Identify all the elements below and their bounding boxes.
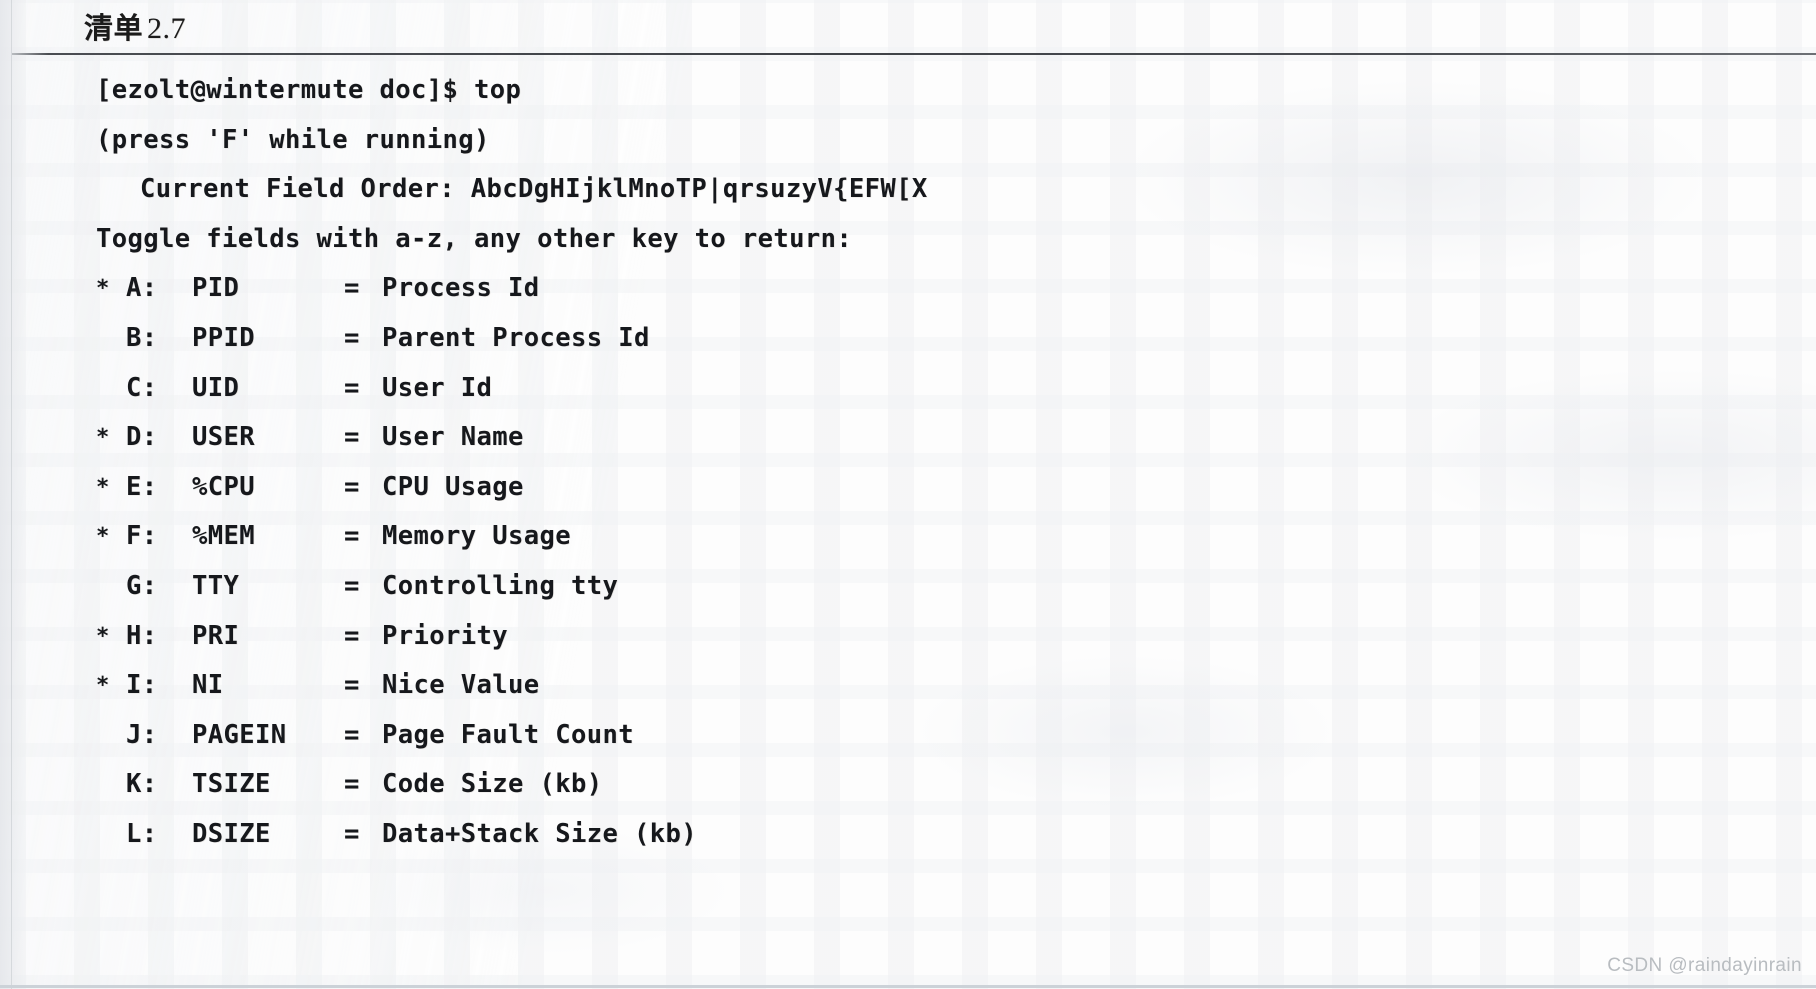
field-toggle-key: K: [126,769,158,800]
field-short-name: PID [192,273,240,304]
field-toggle-row[interactable]: L: DSIZE = Data+Stack Size (kb) [0,810,1816,860]
field-equals-sign: = [344,670,360,701]
field-description: Priority [382,620,509,651]
field-toggle-row[interactable]: * F: %MEM = Memory Usage [0,512,1816,562]
field-short-name: TTY [192,570,240,601]
listing-caption: 清单 2.7 [84,5,186,47]
field-toggle-key: E: [126,471,158,502]
field-equals-sign: = [344,273,360,304]
field-short-name: DSIZE [192,818,271,849]
field-toggle-key: A: [126,273,158,304]
terminal-hint-line: (press 'F' while running) [96,124,490,155]
field-description: Code Size (kb) [382,769,603,800]
field-equals-sign: = [344,372,360,403]
field-short-name: %MEM [192,521,256,552]
field-description: Process Id [382,273,540,304]
field-toggle-key: G: [126,570,158,601]
field-toggle-key: B: [126,322,158,353]
field-toggle-key: J: [126,719,158,750]
page-bottom-rule [0,985,1816,988]
csdn-watermark: CSDN @raindayinrain [1607,955,1802,976]
field-equals-sign: = [344,422,360,453]
field-toggle-key: F: [126,521,158,552]
field-enabled-star: * [96,276,110,302]
field-description: CPU Usage [382,471,524,502]
field-toggle-key: I: [126,670,158,701]
terminal-toggle-line: Toggle fields with a-z, any other key to… [96,223,853,254]
field-equals-sign: = [344,570,360,601]
field-description: Memory Usage [382,521,572,552]
caption-number: 2.7 [147,12,187,45]
field-enabled-star: * [96,524,110,550]
field-toggle-row[interactable]: * A: PID = Process Id [0,264,1816,314]
field-description: User Name [382,422,524,453]
field-toggle-key: D: [126,422,158,453]
terminal-prompt-line: [ezolt@wintermute doc]$ top [96,75,522,105]
field-toggle-key: C: [126,372,158,403]
field-enabled-star [96,314,126,364]
field-short-name: UID [192,372,240,403]
field-enabled-star [96,364,126,414]
field-toggle-row[interactable]: G: TTY = Controlling tty [0,562,1816,612]
field-description: Parent Process Id [382,322,650,353]
field-toggle-row[interactable]: * E: %CPU = CPU Usage [0,463,1816,513]
field-short-name: PPID [192,322,256,353]
scanned-page: 清单 2.7 [ezolt@wintermute doc]$ top (press… [0,0,1816,989]
field-description: Controlling tty [382,570,619,601]
field-equals-sign: = [344,769,360,800]
field-enabled-star: * [96,673,110,699]
caption-divider-rule [12,53,1816,55]
field-equals-sign: = [344,471,360,502]
terminal-listing: [ezolt@wintermute doc]$ top (press 'F' w… [0,66,1816,860]
field-enabled-star: * [96,474,110,500]
field-toggle-row[interactable]: B: PPID = Parent Process Id [0,314,1816,364]
field-short-name: PAGEIN [192,719,287,750]
field-equals-sign: = [344,521,360,552]
field-description: Nice Value [382,670,540,701]
field-enabled-star [96,760,126,810]
field-toggle-row[interactable]: * I: NI = Nice Value [0,661,1816,711]
field-toggle-list: * A: PID = Process Id B: PPID = Parent Process I… [0,264,1816,859]
field-description: Data+Stack Size (kb) [382,818,698,849]
terminal-field-order-line: Current Field Order: AbcDgHIjklMnoTP|qrs… [140,174,928,205]
field-toggle-key: H: [126,620,158,651]
field-enabled-star [96,562,126,612]
field-toggle-row[interactable]: K: TSIZE = Code Size (kb) [0,760,1816,810]
field-enabled-star: * [96,623,110,649]
field-enabled-star [96,810,126,860]
field-equals-sign: = [344,620,360,651]
field-equals-sign: = [344,322,360,353]
field-description: Page Fault Count [382,719,635,750]
field-toggle-row[interactable]: * D: USER = User Name [0,413,1816,463]
caption-label: 清单 [84,13,144,45]
field-toggle-row[interactable]: * H: PRI = Priority [0,612,1816,662]
field-toggle-row[interactable]: J: PAGEIN = Page Fault Count [0,711,1816,761]
field-short-name: %CPU [192,471,256,502]
field-equals-sign: = [344,719,360,750]
field-short-name: PRI [192,620,240,651]
field-toggle-row[interactable]: C: UID = User Id [0,364,1816,414]
field-description: User Id [382,372,493,403]
field-short-name: USER [192,422,256,453]
field-equals-sign: = [344,818,360,849]
field-short-name: TSIZE [192,769,271,800]
field-enabled-star: * [96,425,110,451]
field-enabled-star [96,711,126,761]
field-short-name: NI [192,670,224,701]
field-toggle-key: L: [126,818,158,849]
